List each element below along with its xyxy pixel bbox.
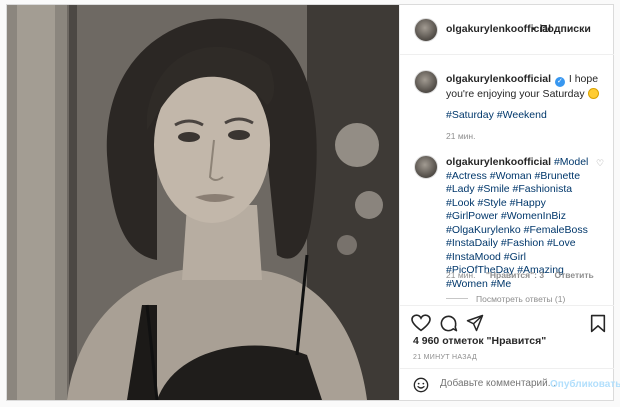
view-replies-label: Посмотреть ответы (1) bbox=[476, 294, 566, 304]
following-button[interactable]: Подписки bbox=[540, 23, 591, 35]
avatar[interactable] bbox=[414, 155, 438, 179]
smiley-emoji-icon bbox=[587, 88, 599, 99]
comments-list[interactable]: olgakurylenkoofficial ✓ I hope you're en… bbox=[400, 56, 614, 306]
bookmark-icon[interactable] bbox=[590, 314, 606, 333]
comment-meta: 21 мин. "Нравится": 3 Ответить bbox=[446, 270, 602, 280]
portrait-illustration bbox=[7, 5, 399, 400]
share-icon[interactable] bbox=[466, 314, 484, 332]
post-side-panel: olgakurylenkoofficial • Подписки olgakur… bbox=[399, 5, 620, 400]
post-header: olgakurylenkoofficial • Подписки bbox=[400, 5, 614, 55]
caption-hashtags: #Saturday #Weekend bbox=[446, 109, 547, 121]
comment-timestamp[interactable]: 21 мин. bbox=[446, 270, 475, 280]
add-comment-input[interactable] bbox=[440, 378, 568, 389]
hashtag-link[interactable]: #Saturday bbox=[446, 109, 494, 121]
hashtag-link[interactable]: #Weekend bbox=[497, 109, 547, 121]
heart-outline-icon[interactable] bbox=[411, 314, 431, 332]
comment-likes-count[interactable]: "Нравится": 3 bbox=[486, 270, 544, 280]
avatar[interactable] bbox=[414, 18, 438, 42]
caption-text: olgakurylenkoofficial ✓ I hope you're en… bbox=[446, 72, 606, 101]
comment-icon[interactable] bbox=[439, 314, 458, 333]
header-separator: • bbox=[532, 23, 536, 35]
replies-divider bbox=[446, 298, 468, 299]
comment-username[interactable]: olgakurylenkoofficial bbox=[446, 156, 551, 168]
comment-like-heart-icon[interactable]: ♡ bbox=[596, 158, 604, 169]
add-comment-bar: Опубликовать bbox=[400, 368, 620, 400]
post-photo[interactable] bbox=[7, 5, 399, 400]
post-timestamp[interactable]: 21 МИНУТ НАЗАД bbox=[413, 354, 477, 361]
caption-username[interactable]: olgakurylenkoofficial bbox=[446, 73, 551, 85]
reply-button[interactable]: Ответить bbox=[554, 270, 593, 280]
caption-timestamp[interactable]: 21 мин. bbox=[446, 131, 475, 141]
verified-badge-icon: ✓ bbox=[554, 77, 565, 87]
avatar[interactable] bbox=[414, 70, 438, 94]
likes-count[interactable]: 4 960 отметок "Нравится" bbox=[413, 335, 546, 347]
publish-button[interactable]: Опубликовать bbox=[550, 379, 620, 390]
emoji-icon[interactable] bbox=[413, 377, 429, 393]
post-dialog: olgakurylenkoofficial • Подписки olgakur… bbox=[6, 4, 620, 401]
view-replies-button[interactable]: Посмотреть ответы (1) bbox=[446, 294, 565, 304]
